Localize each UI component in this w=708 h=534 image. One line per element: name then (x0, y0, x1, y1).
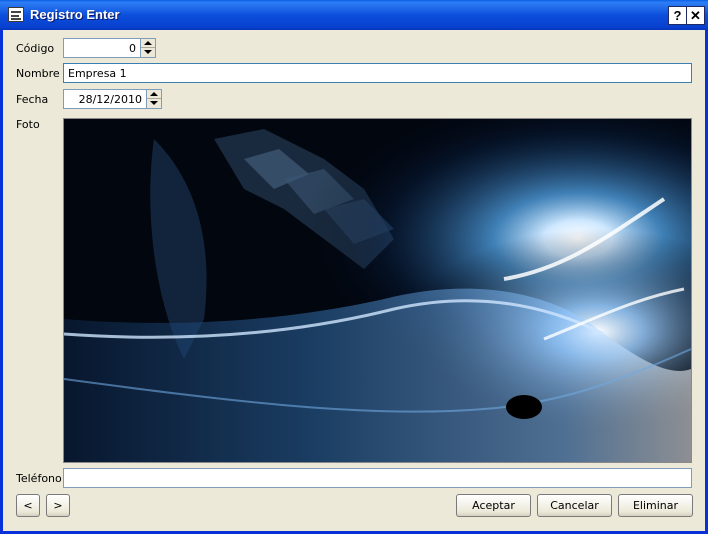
chevron-up-icon (150, 92, 158, 96)
fecha-input[interactable] (64, 90, 146, 108)
spin-down-button[interactable] (147, 99, 161, 108)
codigo-field[interactable] (63, 38, 141, 58)
chevron-down-icon (150, 101, 158, 105)
nombre-field[interactable] (63, 63, 692, 83)
help-button[interactable]: ? (668, 6, 687, 25)
window-title: Registro Enter (30, 7, 120, 22)
fecha-label: Fecha (16, 93, 49, 106)
telefono-label: Teléfono (16, 472, 62, 485)
codigo-input[interactable] (64, 39, 140, 57)
aceptar-button[interactable]: Aceptar (456, 494, 531, 517)
telefono-input[interactable] (64, 469, 691, 487)
eliminar-button[interactable]: Eliminar (618, 494, 693, 517)
abstract-photo (64, 119, 691, 462)
nombre-label: Nombre (16, 67, 60, 80)
form-icon (8, 7, 24, 22)
codigo-spinner[interactable] (140, 38, 156, 58)
fecha-field[interactable] (63, 89, 147, 109)
spin-up-button[interactable] (141, 39, 155, 48)
dialog-window: Registro Enter ? ✕ Código Nombre Fecha F… (0, 0, 708, 534)
spin-up-button[interactable] (147, 90, 161, 99)
nombre-input[interactable] (64, 64, 691, 82)
spin-down-button[interactable] (141, 48, 155, 57)
fecha-spinner[interactable] (146, 89, 162, 109)
close-button[interactable]: ✕ (686, 6, 705, 25)
foto-label: Foto (16, 118, 40, 131)
title-bar[interactable]: Registro Enter ? ✕ (0, 0, 708, 30)
telefono-field[interactable] (63, 468, 692, 488)
photo-image[interactable] (63, 118, 692, 463)
chevron-up-icon (144, 41, 152, 45)
next-record-button[interactable]: > (46, 494, 70, 517)
chevron-down-icon (144, 50, 152, 54)
cancelar-button[interactable]: Cancelar (537, 494, 612, 517)
codigo-label: Código (16, 42, 55, 55)
prev-record-button[interactable]: < (16, 494, 40, 517)
